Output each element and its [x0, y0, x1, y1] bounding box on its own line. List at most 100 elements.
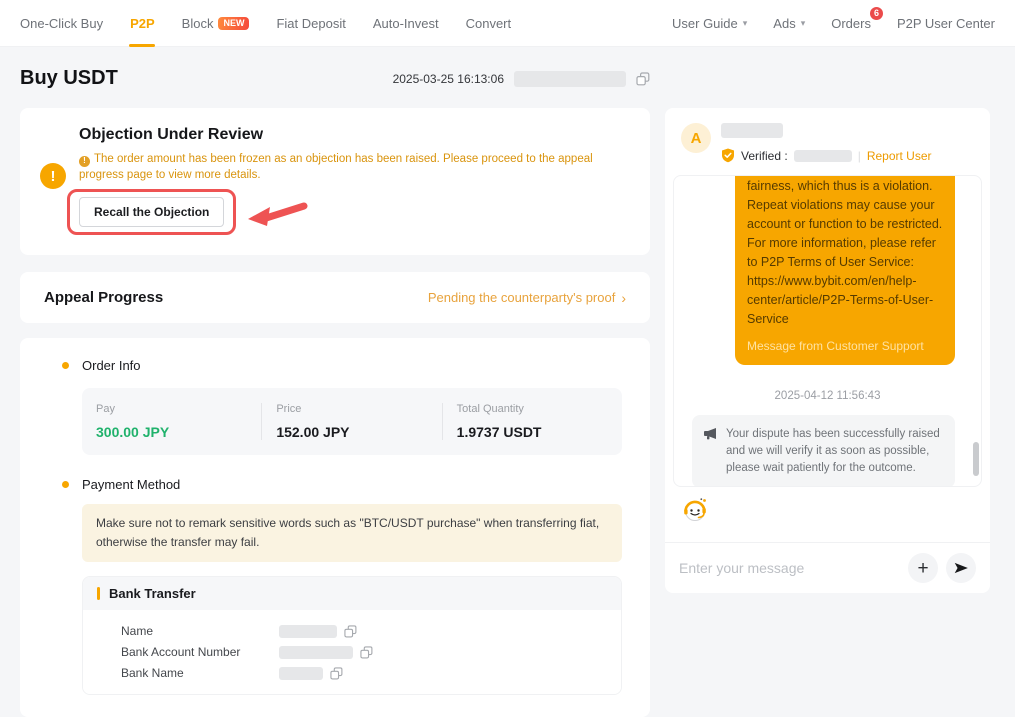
caret-down-icon: ▾ — [801, 18, 806, 29]
support-message-text: fairness, which thus is a violation. Rep… — [747, 177, 943, 329]
bank-row-label: Bank Name — [121, 666, 279, 680]
dispute-message-bubble: Your dispute has been successfully raise… — [692, 415, 955, 487]
bank-row-name: Name — [121, 624, 607, 638]
nav-auto-invest[interactable]: Auto-Invest — [373, 0, 439, 47]
warning-exclamation-icon: ! — [40, 163, 66, 189]
field-label: Total Quantity — [457, 403, 622, 415]
chat-toolbar — [665, 487, 990, 542]
appeal-progress-title: Appeal Progress — [44, 289, 163, 306]
order-meta: 2025-03-25 16:13:06 — [393, 71, 650, 87]
appeal-status-link[interactable]: Pending the counterparty's proof › — [428, 290, 626, 305]
nav-convert[interactable]: Convert — [466, 0, 512, 47]
info-exclamation-icon: ! — [79, 156, 90, 167]
chat-timestamp: 2025-04-12 11:56:43 — [674, 390, 981, 402]
verified-shield-icon — [721, 148, 735, 163]
chat-scrollbar[interactable] — [973, 442, 979, 476]
nav-label: Block — [182, 16, 214, 31]
new-badge: NEW — [218, 17, 249, 30]
payment-method-section-head: Payment Method — [20, 477, 650, 492]
nav-label: Fiat Deposit — [276, 16, 345, 31]
bank-transfer-title: Bank Transfer — [109, 586, 196, 601]
accent-bar — [97, 587, 100, 600]
nav-ads[interactable]: Ads ▾ — [773, 0, 805, 47]
field-value: 152.00 JPY — [276, 424, 441, 440]
chat-input-row: + — [665, 542, 990, 593]
verified-label: Verified : — [741, 149, 788, 163]
megaphone-icon — [703, 427, 717, 440]
nav-label: One-Click Buy — [20, 16, 103, 31]
objection-notice-text: The order amount has been frozen as an o… — [79, 153, 593, 181]
nav-label: Auto-Invest — [373, 16, 439, 31]
order-field-pay: Pay 300.00 JPY — [82, 403, 261, 440]
chevron-right-icon: › — [621, 291, 626, 305]
nav-one-click-buy[interactable]: One-Click Buy — [20, 0, 103, 47]
send-icon — [953, 560, 969, 576]
bank-row-bank-name: Bank Name — [121, 666, 607, 680]
support-message-footer: Message from Customer Support — [747, 337, 943, 356]
nav-p2p[interactable]: P2P — [130, 0, 155, 47]
nav-right-group: User Guide ▾ Ads ▾ Orders 6 P2P User Cen… — [672, 0, 995, 47]
dispute-message-text: Your dispute has been successfully raise… — [726, 428, 940, 474]
send-button[interactable] — [946, 553, 976, 583]
field-label: Pay — [96, 403, 261, 415]
order-created-time: 2025-03-25 16:13:06 — [393, 72, 504, 86]
field-value: 300.00 JPY — [96, 424, 261, 440]
nav-label: User Guide — [672, 16, 738, 31]
name-redacted — [279, 625, 337, 638]
order-field-total-quantity: Total Quantity 1.9737 USDT — [442, 403, 622, 440]
support-bot-emoji-icon[interactable] — [681, 496, 709, 524]
recall-objection-button[interactable]: Recall the Objection — [79, 197, 224, 227]
order-info-heading: Order Info — [82, 358, 141, 373]
orders-count-badge: 6 — [869, 6, 884, 21]
nav-orders[interactable]: Orders 6 — [831, 0, 871, 47]
nav-label: Ads — [773, 16, 795, 31]
counterparty-name-redacted — [721, 123, 783, 138]
bullet-dot-icon — [62, 362, 69, 369]
separator: | — [858, 149, 861, 163]
chat-header: A Verified : | Report User — [665, 108, 990, 175]
bank-name-redacted — [279, 667, 323, 680]
verified-value-redacted — [794, 150, 852, 162]
objection-notice: !The order amount has been frozen as an … — [79, 151, 630, 183]
annotation-arrow-icon — [246, 200, 308, 228]
field-value: 1.9737 USDT — [457, 424, 622, 440]
nav-user-guide[interactable]: User Guide ▾ — [672, 0, 747, 47]
bullet-dot-icon — [62, 481, 69, 488]
page-title: Buy USDT — [20, 67, 118, 90]
copy-icon[interactable] — [330, 667, 343, 680]
message-input[interactable] — [679, 560, 900, 576]
bank-row-label: Name — [121, 624, 279, 638]
order-detail-card: Order Info Pay 300.00 JPY Price 152.00 J… — [20, 338, 650, 717]
top-nav: One-Click Buy P2P Block NEW Fiat Deposit… — [0, 0, 1015, 47]
nav-label: Orders — [831, 16, 871, 31]
bank-transfer-header: Bank Transfer — [83, 577, 621, 610]
order-number-redacted — [514, 71, 626, 87]
nav-block[interactable]: Block NEW — [182, 0, 250, 47]
page-header: Buy USDT 2025-03-25 16:13:06 — [20, 47, 650, 90]
payment-notice: Make sure not to remark sensitive words … — [82, 504, 622, 562]
nav-label: P2P User Center — [897, 16, 995, 31]
nav-label: Convert — [466, 16, 512, 31]
appeal-status-text: Pending the counterparty's proof — [428, 290, 616, 305]
annotation-highlight-box: Recall the Objection — [67, 189, 236, 235]
field-label: Price — [276, 403, 441, 415]
nav-fiat-deposit[interactable]: Fiat Deposit — [276, 0, 345, 47]
copy-icon[interactable] — [344, 625, 357, 638]
caret-down-icon: ▾ — [743, 18, 748, 29]
order-info-grid: Pay 300.00 JPY Price 152.00 JPY Total Qu… — [82, 388, 622, 455]
objection-title: Objection Under Review — [79, 126, 630, 144]
report-user-link[interactable]: Report User — [867, 149, 932, 163]
chat-messages-area: fairness, which thus is a violation. Rep… — [673, 175, 982, 487]
avatar: A — [681, 123, 711, 153]
appeal-progress-card: Appeal Progress Pending the counterparty… — [20, 272, 650, 323]
bank-transfer-box: Bank Transfer Name Bank Account Numbe — [82, 576, 622, 695]
support-message-bubble: fairness, which thus is a violation. Rep… — [735, 175, 955, 365]
nav-p2p-user-center[interactable]: P2P User Center — [897, 0, 995, 47]
order-info-section-head: Order Info — [20, 358, 650, 373]
nav-label: P2P — [130, 16, 155, 31]
objection-card: ! Objection Under Review !The order amou… — [20, 108, 650, 255]
copy-icon[interactable] — [636, 72, 650, 86]
attach-plus-button[interactable]: + — [908, 553, 938, 583]
chat-panel: A Verified : | Report User — [665, 108, 990, 593]
order-field-price: Price 152.00 JPY — [261, 403, 441, 440]
